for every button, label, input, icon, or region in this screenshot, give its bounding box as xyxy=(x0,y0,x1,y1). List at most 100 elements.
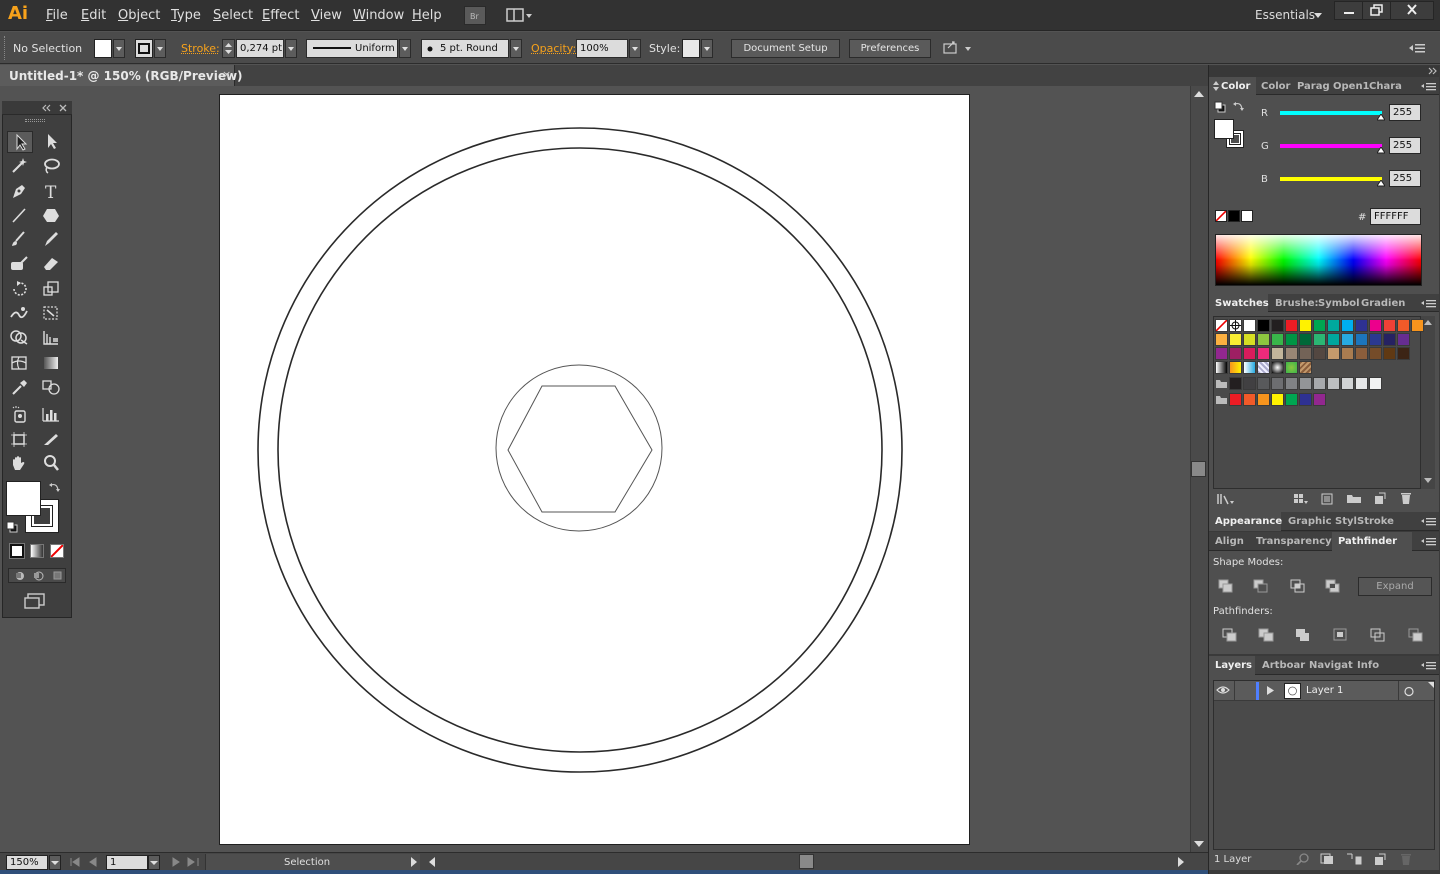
tab-layers[interactable]: Layers xyxy=(1215,660,1252,671)
swatches-panel-menu-icon[interactable] xyxy=(1421,299,1436,308)
color-swatch[interactable] xyxy=(1369,377,1382,390)
color-swatch[interactable] xyxy=(1383,333,1396,346)
b-value-field[interactable]: 255 xyxy=(1389,170,1421,187)
color-swatch[interactable] xyxy=(1299,393,1312,406)
horizontal-scroll-thumb[interactable] xyxy=(799,854,814,869)
scroll-down-icon[interactable] xyxy=(1194,841,1204,848)
color-swatch[interactable] xyxy=(1313,333,1326,346)
screen-mode-button[interactable] xyxy=(23,592,47,610)
gradient-pattern-swatch[interactable] xyxy=(1299,361,1312,374)
menu-effect[interactable]: Effect xyxy=(262,8,299,23)
intersect-icon[interactable] xyxy=(1290,579,1306,593)
color-swatch[interactable] xyxy=(1355,347,1368,360)
warp-tool[interactable] xyxy=(7,303,33,325)
r-slider-track[interactable] xyxy=(1280,111,1382,115)
pathfinder-panel-menu-icon[interactable] xyxy=(1421,537,1436,546)
magic-wand-tool[interactable] xyxy=(7,156,33,178)
color-swatch[interactable] xyxy=(1341,347,1354,360)
artboard-tool[interactable] xyxy=(7,429,33,451)
layer-name[interactable]: Layer 1 xyxy=(1306,685,1343,696)
color-swatch[interactable] xyxy=(1243,393,1256,406)
color-swatch[interactable] xyxy=(1369,319,1382,332)
tab-stroke[interactable]: Stroke xyxy=(1357,516,1394,527)
color-swatch[interactable] xyxy=(1285,377,1298,390)
color-swatch[interactable] xyxy=(1383,319,1396,332)
eyedropper-tool[interactable] xyxy=(7,377,33,399)
stroke-dropdown[interactable] xyxy=(154,39,166,58)
menu-window[interactable]: Window xyxy=(353,8,404,23)
hex-value-field[interactable]: FFFFFF xyxy=(1370,208,1421,225)
layers-panel-menu-icon[interactable] xyxy=(1421,661,1436,670)
color-swatch[interactable] xyxy=(1243,319,1256,332)
color-swatch[interactable] xyxy=(1327,377,1340,390)
color-swatch[interactable] xyxy=(1355,319,1368,332)
color-swatch[interactable] xyxy=(1229,347,1242,360)
unite-icon[interactable] xyxy=(1218,579,1234,593)
fill-color-box[interactable] xyxy=(6,481,41,516)
color-swatch[interactable] xyxy=(1341,319,1354,332)
new-color-group-icon[interactable] xyxy=(1346,492,1362,504)
registration-swatch[interactable] xyxy=(1229,319,1242,332)
slice-tool[interactable] xyxy=(39,429,65,451)
swap-colors-icon[interactable] xyxy=(1233,100,1245,112)
g-slider-handle-icon[interactable] xyxy=(1377,147,1385,154)
color-swatch[interactable] xyxy=(1271,393,1284,406)
none-color-swatch[interactable] xyxy=(1215,210,1227,222)
artboard[interactable] xyxy=(219,94,970,845)
polygon-tool[interactable] xyxy=(39,205,65,227)
color-swatch[interactable] xyxy=(1257,377,1270,390)
color-swatch[interactable] xyxy=(1313,393,1326,406)
tab-graphic-styles[interactable]: Graphic Styl xyxy=(1288,516,1357,527)
color-swatch[interactable] xyxy=(1257,333,1270,346)
menu-view[interactable]: View xyxy=(311,8,342,23)
gradient-pattern-swatch[interactable] xyxy=(1285,361,1298,374)
zoom-tool[interactable] xyxy=(39,453,65,475)
gradient-pattern-swatch[interactable] xyxy=(1257,361,1270,374)
locate-object-icon[interactable] xyxy=(1296,853,1310,865)
color-swatch[interactable] xyxy=(1327,319,1340,332)
tab-opentype[interactable]: Open1 xyxy=(1333,81,1370,92)
default-fill-stroke-icon[interactable] xyxy=(6,521,18,533)
color-swatch[interactable] xyxy=(1229,393,1242,406)
divide-icon[interactable] xyxy=(1222,628,1238,642)
b-slider-handle-icon[interactable] xyxy=(1377,180,1385,187)
color-swatch[interactable] xyxy=(1397,319,1410,332)
vertical-scroll-thumb[interactable] xyxy=(1191,461,1206,477)
stroke-swatch[interactable] xyxy=(135,39,153,58)
mesh-tool[interactable] xyxy=(7,353,33,375)
opacity-field[interactable]: 100% xyxy=(576,39,628,58)
collapse-arrows-icon[interactable] xyxy=(42,104,52,112)
gradient-pattern-swatch[interactable] xyxy=(1243,361,1256,374)
pen-tool[interactable] xyxy=(7,181,33,203)
color-swatch[interactable] xyxy=(1397,347,1410,360)
color-swatch[interactable] xyxy=(1215,347,1228,360)
scroll-up-icon[interactable] xyxy=(1194,91,1204,98)
tab-swatches[interactable]: Swatches xyxy=(1215,298,1269,309)
color-swatch[interactable] xyxy=(1355,377,1368,390)
tools-close-icon[interactable] xyxy=(59,104,67,112)
color-mode-button[interactable] xyxy=(9,543,25,559)
color-swatch[interactable] xyxy=(1229,333,1242,346)
tab-appearance[interactable]: Appearance xyxy=(1215,516,1282,527)
color-panel-fill-box[interactable] xyxy=(1214,119,1234,139)
pencil-tool[interactable] xyxy=(39,229,65,251)
color-swatch[interactable] xyxy=(1299,377,1312,390)
color-swatch[interactable] xyxy=(1369,333,1382,346)
tools-panel-header[interactable] xyxy=(2,101,72,115)
collapse-panel-icon[interactable] xyxy=(1427,67,1437,75)
fill-swatch[interactable] xyxy=(94,39,112,58)
lasso-tool[interactable] xyxy=(39,156,65,178)
arrange-panel-button[interactable] xyxy=(942,40,974,57)
exclude-icon[interactable] xyxy=(1325,579,1341,593)
workspace-switcher[interactable]: Essentials xyxy=(1255,8,1315,22)
tab-color[interactable]: Color xyxy=(1221,81,1250,92)
color-swatch[interactable] xyxy=(1243,347,1256,360)
color-swatch[interactable] xyxy=(1271,319,1284,332)
color-swatch[interactable] xyxy=(1243,377,1256,390)
menu-file[interactable]: File xyxy=(46,8,68,23)
artboard-number-dropdown[interactable] xyxy=(148,855,160,870)
swatches-scrollbar[interactable] xyxy=(1421,316,1435,489)
zoom-level-dropdown[interactable] xyxy=(49,855,61,870)
color-swatch[interactable] xyxy=(1285,319,1298,332)
r-slider-handle-icon[interactable] xyxy=(1377,114,1385,121)
